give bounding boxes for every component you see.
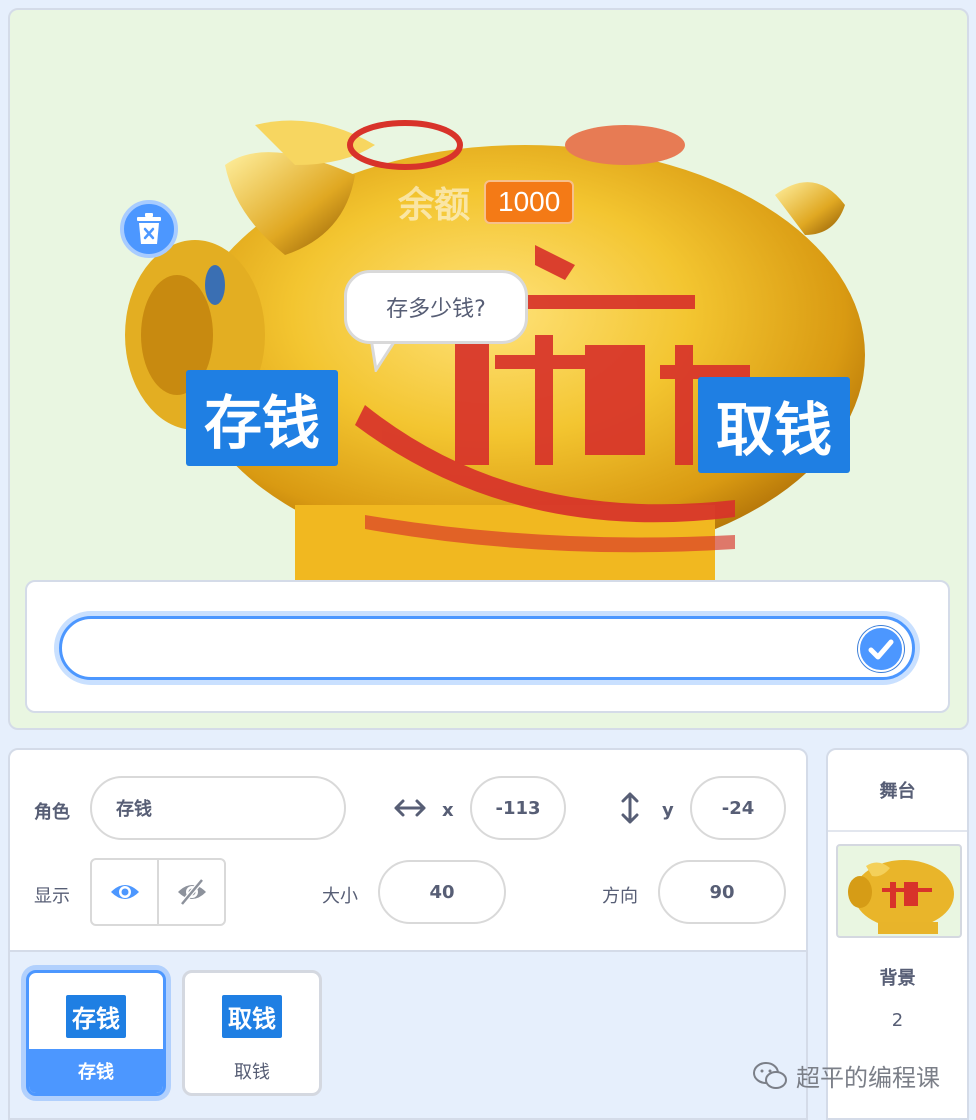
x-field[interactable]: -113 — [470, 776, 566, 840]
vertical-arrows-icon — [621, 792, 639, 824]
stage-thumbnail[interactable] — [836, 844, 962, 938]
sprite-tile-label: 存钱 — [29, 1049, 163, 1093]
sprite-name-field[interactable]: 存钱 — [90, 776, 346, 840]
show-label: 显示 — [34, 886, 70, 907]
deposit-button[interactable]: 存钱 — [186, 370, 338, 466]
speech-bubble: 存多少钱? — [344, 270, 528, 344]
sprite-info-panel: 角色 存钱 x -113 y -24 显示 大小 40 方向 90 存钱 存钱 … — [8, 748, 808, 1120]
direction-field[interactable]: 90 — [658, 860, 786, 924]
hide-button[interactable] — [157, 860, 224, 924]
variable-monitor[interactable]: 余额 1000 — [398, 176, 575, 228]
sprite-tile-label: 取钱 — [234, 1062, 270, 1083]
stage[interactable]: 余额 1000 存多少钱? 存钱 取钱 — [8, 8, 969, 730]
ask-prompt-box — [25, 580, 950, 713]
wechat-icon — [753, 1061, 787, 1089]
show-button[interactable] — [92, 860, 157, 924]
x-label: x — [442, 800, 454, 821]
y-label: y — [662, 800, 674, 821]
visibility-toggle — [90, 858, 226, 926]
y-field[interactable]: -24 — [690, 776, 786, 840]
size-field[interactable]: 40 — [378, 860, 506, 924]
trash-icon — [137, 213, 161, 244]
monitor-value: 1000 — [484, 180, 575, 224]
monitor-label: 余额 — [398, 185, 471, 226]
check-icon — [868, 639, 894, 660]
sprite-label: 角色 — [34, 802, 70, 823]
size-label: 大小 — [322, 886, 358, 907]
delete-sprite-button[interactable] — [120, 200, 178, 258]
backdrop-count: 2 — [891, 1010, 904, 1031]
withdraw-button[interactable]: 取钱 — [698, 377, 850, 473]
sprite-tile-withdraw[interactable]: 取钱 取钱 — [182, 970, 322, 1096]
horizontal-arrows-icon — [394, 799, 426, 817]
sprite-thumbnail: 存钱 — [66, 995, 126, 1038]
sprite-thumbnail: 取钱 — [222, 995, 282, 1038]
direction-label: 方向 — [602, 886, 638, 907]
answer-input[interactable] — [59, 616, 915, 680]
sprite-list: 存钱 存钱 取钱 取钱 — [10, 950, 806, 1118]
piggy-bank-thumbnail — [848, 860, 954, 934]
watermark-text: 超平的编程课 — [796, 1064, 940, 1092]
sprite-tile-deposit[interactable]: 存钱 存钱 — [26, 970, 166, 1096]
eye-icon — [110, 885, 139, 899]
stage-panel-title: 舞台 — [828, 750, 967, 832]
eye-slash-icon — [177, 878, 206, 906]
backdrop-label: 背景 — [879, 968, 916, 989]
watermark: 超平的编程课 — [752, 1058, 940, 1093]
submit-check-button[interactable] — [858, 626, 904, 672]
